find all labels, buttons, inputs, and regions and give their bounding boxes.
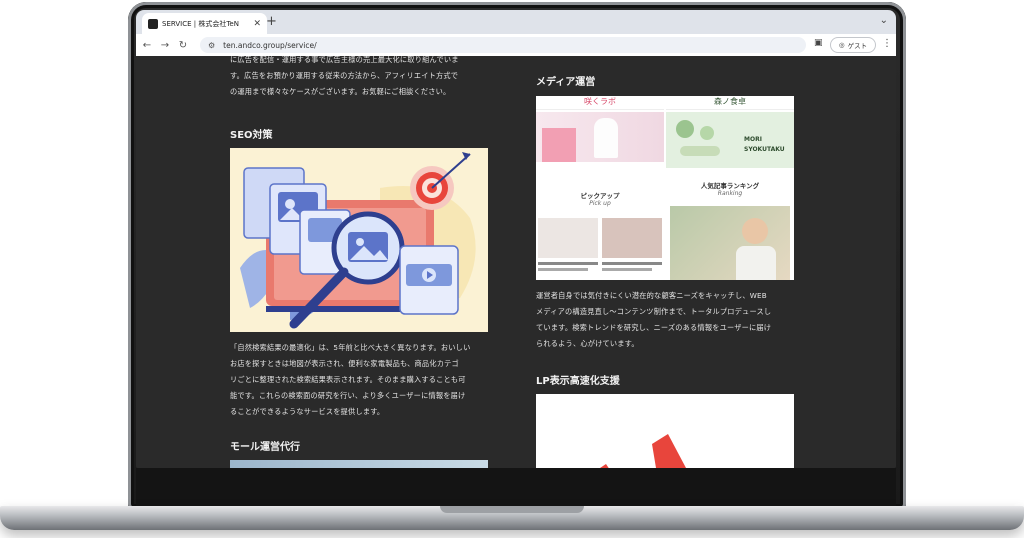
mall-image [230, 460, 488, 468]
tab-title: SERVICE | 株式会社TeN [162, 19, 239, 28]
address-bar[interactable]: ⚙ ten.andco.group/service/ [200, 37, 806, 53]
morino-logo: 森ノ食卓 [666, 96, 794, 110]
tab-strip: SERVICE | 株式会社TeN ✕ + ⌄ [136, 10, 896, 34]
media-line: ています。検索トレンドを研究し、ニーズのある情報をユーザーに届け [536, 323, 772, 332]
pink-block [542, 128, 576, 162]
site-morino: 森ノ食卓 MORI SYOKUTAKU 人気記事ランキング Ranking [666, 96, 794, 280]
ads-line: す。広告をお預かり運用する従来の方法から、アフィリエイト方式で [230, 71, 459, 80]
forward-arrow-icon[interactable]: → [156, 40, 174, 51]
seo-line: お店を探すときは地図が表示され、便利な家電製品も、商品化カテゴ [230, 359, 459, 368]
seo-line: 能です。これらの検索面の研究を行い、より多くユーザーに情報を届け [230, 391, 466, 400]
seo-text: 「自然検索結果の最適化」は、5年前と比べ大きく異なります。おいしい お店を探すと… [230, 340, 488, 420]
morino-tag-1: MORI [744, 136, 762, 143]
caption-line [538, 262, 598, 265]
pickup-sub: Pick up [589, 200, 611, 207]
tree-shape [700, 126, 714, 140]
pickup-title: ピックアップ [580, 192, 620, 200]
mall-heading: モール運営代行 [230, 442, 300, 453]
seo-line: リごとに整理された検索結果表示されます。そのまま購入することも可 [230, 375, 466, 384]
back-arrow-icon[interactable]: ← [138, 40, 156, 51]
laptop-notch [440, 506, 584, 513]
seo-line: 「自然検索結果の最適化」は、5年前と比べ大きく異なります。おいしい [230, 343, 471, 352]
ground-shape [680, 146, 720, 156]
site-sakulabo: 咲くラボ ピックアップ Pick up [536, 96, 664, 280]
tab-service[interactable]: SERVICE | 株式会社TeN ✕ [142, 13, 267, 34]
lp-heading: LP表示高速化支援 [536, 376, 620, 387]
ads-line: に広告を配信・運用する事で広告主様の売上最大化に取り組んでいま [230, 56, 459, 64]
sakulabo-logo: 咲くラボ [536, 96, 664, 110]
laptop-bezel [136, 468, 896, 506]
reload-icon[interactable]: ↻ [174, 40, 192, 51]
pickup-card-2 [602, 218, 662, 258]
tab-search-icon[interactable]: ⌄ [880, 15, 888, 26]
laptop-mockup: SERVICE | 株式会社TeN ✕ + ⌄ ← → ↻ ⚙ ten.andc… [0, 0, 1024, 538]
ads-line: の運用まで様々なケースがございます。お気軽にご相談ください。 [230, 87, 451, 96]
profile-guest-button[interactable]: ◎ ゲスト [830, 37, 876, 53]
seo-heading: SEO対策 [230, 130, 273, 141]
ranking-title: 人気記事ランキング [700, 182, 760, 190]
caption-line [538, 268, 588, 271]
ranking-sub: Ranking [717, 190, 743, 197]
browser-window: SERVICE | 株式会社TeN ✕ + ⌄ ← → ↻ ⚙ ten.andc… [136, 10, 896, 468]
side-panel-icon[interactable]: ▣ [814, 38, 823, 48]
guest-label: ゲスト [847, 42, 868, 50]
site-favicon-icon [148, 18, 158, 29]
lp-image [536, 394, 794, 468]
child-body [736, 246, 776, 280]
ads-text: に広告を配信・運用する事で広告主様の売上最大化に取り組んでいま す。広告をお預か… [230, 56, 488, 100]
url-text: ten.andco.group/service/ [223, 40, 317, 50]
media-line: られるよう、心がけています。 [536, 339, 639, 348]
menu-kebab-icon[interactable]: ⋮ [882, 38, 892, 49]
media-text: 運営者自身では気付きにくい潜在的な顧客ニーズをキャッチし、WEB メディアの構造… [536, 288, 794, 352]
media-line: メディアの構造見直し～コンテンツ制作まで、トータルプロデュースし [536, 307, 772, 316]
seo-line: ることができるようなサービスを提供します。 [230, 407, 385, 416]
media-line: 運営者自身では気付きにくい潜在的な顧客ニーズをキャッチし、WEB [536, 291, 767, 300]
seo-illustration [230, 148, 488, 332]
profile-icon: ◎ [838, 41, 845, 49]
child-face [742, 218, 768, 244]
pickup-card-1 [538, 218, 598, 258]
site-info-icon[interactable]: ⚙ [208, 41, 215, 50]
media-heading: メディア運営 [536, 77, 596, 88]
media-screenshot: 咲くラボ ピックアップ Pick up 森ノ食卓 MORI SYOKUTAKU … [536, 96, 794, 280]
browser-toolbar: ← → ↻ ⚙ ten.andco.group/service/ ▣ ◎ ゲスト… [136, 34, 896, 56]
model-figure [594, 118, 618, 158]
new-tab-button[interactable]: + [266, 14, 277, 29]
tab-close-icon[interactable]: ✕ [253, 19, 261, 29]
morino-tag-2: SYOKUTAKU [744, 146, 785, 153]
caption-line [602, 262, 662, 265]
tree-shape [676, 120, 694, 138]
page-content[interactable]: に広告を配信・運用する事で広告主様の売上最大化に取り組んでいま す。広告をお預か… [136, 56, 896, 468]
caption-line [602, 268, 652, 271]
